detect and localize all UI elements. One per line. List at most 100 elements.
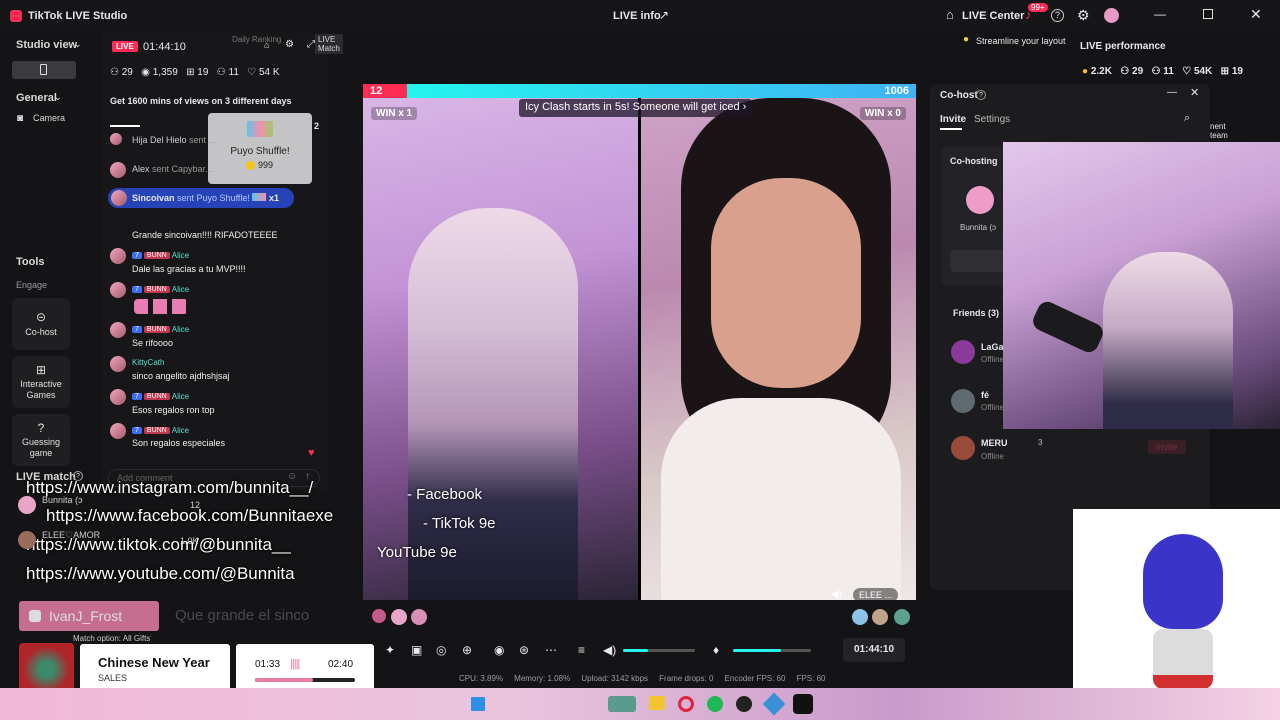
spotify-icon[interactable] xyxy=(707,696,723,712)
tab-settings[interactable]: Settings xyxy=(974,114,1010,125)
guessing-game-tool[interactable]: ? Guessing game xyxy=(12,414,70,466)
question-icon: ? xyxy=(37,420,45,435)
chat-message: Se rifoooo xyxy=(132,338,174,348)
daily-ranking-tag[interactable]: Daily Ranking xyxy=(232,35,281,44)
chat-avatar xyxy=(110,389,126,405)
friend-status: Offline xyxy=(981,355,1004,364)
lock-icon[interactable]: ⌂ xyxy=(264,41,269,50)
overlay-comment: Que grande el sinco xyxy=(175,607,310,624)
general-label[interactable]: General xyxy=(16,92,57,104)
chat-message-header: 7 BUNN Alice xyxy=(132,250,189,260)
studio-view-label: Studio view xyxy=(16,39,78,51)
mic-slider[interactable] xyxy=(733,649,811,652)
chat-message-header: 7 BUNN Alice xyxy=(132,425,189,435)
expand-icon[interactable]: ⤢ xyxy=(307,40,315,50)
chat-user: KittyCath xyxy=(132,358,165,367)
streamline-layout-link[interactable]: Streamline your layout xyxy=(976,36,1066,46)
battle-banner[interactable]: Icy Clash starts in 5s! Someone will get… xyxy=(519,99,753,117)
settings-icon[interactable]: ⚙ xyxy=(1077,8,1090,22)
score-bar: 12 1006 xyxy=(363,84,916,98)
fan-badge: BUNN xyxy=(143,252,170,260)
interactive-games-tool[interactable]: ⊞ Interactive Games xyxy=(12,356,70,408)
chat-message: sinco angelito ajdhshjsaj xyxy=(132,371,230,381)
performance-stats: ● 2.2K ⚇ 29 ⚇ 11 ♡ 54K ⊞ 19 xyxy=(1082,66,1243,77)
team-tag[interactable]: nent team xyxy=(1210,122,1228,140)
help-icon[interactable]: ? xyxy=(976,90,986,100)
home-icon[interactable]: ⌂ xyxy=(946,8,954,21)
guest-avatar[interactable] xyxy=(894,609,910,625)
folder-icon[interactable] xyxy=(649,696,665,710)
camera-source[interactable]: Camera xyxy=(33,113,65,123)
more-icon[interactable]: ⋯ xyxy=(545,644,557,656)
ai-icon[interactable]: ◎ xyxy=(436,644,446,656)
volume-slider[interactable] xyxy=(623,649,695,652)
battle-banner-text: Icy Clash starts in 5s! Someone will get… xyxy=(525,101,740,113)
win-counter-left: WIN x 1 xyxy=(371,107,418,120)
live-performance-panel[interactable]: LIVE performance ● 2.2K ⚇ 29 ⚇ 11 ♡ 54K … xyxy=(1070,32,1280,82)
search-icon[interactable]: ⌕ xyxy=(1184,113,1190,124)
help-icon[interactable]: ? xyxy=(1051,9,1064,22)
opponent-face xyxy=(711,178,861,388)
cohost-tool[interactable]: ⊝ Co-host xyxy=(12,298,70,350)
live-center-button[interactable]: LIVE Center xyxy=(962,10,1024,22)
match-option[interactable]: Match option: All Gifts xyxy=(73,634,150,643)
guest-avatar[interactable] xyxy=(372,609,386,623)
like-icon: ♡ xyxy=(1182,66,1192,77)
gifts-count: 19 xyxy=(197,67,209,78)
volume-icon[interactable]: ◀) xyxy=(603,644,616,656)
guest-avatar[interactable] xyxy=(872,609,888,625)
share-icon[interactable]: ↗ xyxy=(659,9,669,21)
cohost-action-button[interactable] xyxy=(950,250,1010,272)
guest-avatar[interactable] xyxy=(391,609,407,625)
chat-user: Alice xyxy=(171,251,190,260)
app-icon[interactable] xyxy=(762,692,786,716)
close-icon[interactable]: ✕ xyxy=(1250,7,1262,21)
tiktok-app-icon[interactable] xyxy=(793,694,813,714)
tab-invite[interactable]: Invite xyxy=(940,114,966,125)
taskbar xyxy=(0,688,1280,720)
opera-icon[interactable] xyxy=(678,696,694,712)
goal-banner[interactable]: Get 1600 mins of views on 3 different da… xyxy=(110,96,310,107)
chevron-down-icon[interactable]: ⌄ xyxy=(54,93,62,102)
portrait-view-toggle[interactable] xyxy=(12,61,76,79)
add-source-icon[interactable]: ⊕ xyxy=(462,644,472,656)
username-tag: IvanJ_Frost xyxy=(19,601,159,631)
close-icon[interactable]: ✕ xyxy=(1190,88,1199,99)
fan-badge: BUNN xyxy=(143,326,170,334)
live-video-preview[interactable]: 12 1006 WIN x 1 WIN x 0 ◀) ELEE ... Icy … xyxy=(363,84,916,600)
username-text: IvanJ_Frost xyxy=(49,608,123,624)
avatar[interactable] xyxy=(1104,8,1119,23)
chevron-right-icon: › xyxy=(742,101,747,113)
obs-icon[interactable] xyxy=(736,696,752,712)
invite-button[interactable]: Invite xyxy=(1148,440,1186,454)
record-icon[interactable]: ◉ xyxy=(494,644,504,656)
gift-image-icon xyxy=(247,121,273,137)
camera-preview-window[interactable] xyxy=(1003,142,1280,429)
magic-wand-icon[interactable]: ✦ xyxy=(385,644,395,656)
microphone-icon[interactable]: ♦ xyxy=(713,644,719,656)
gift-message-highlight: Sincoivan sent Puyo Shuffle! x1 xyxy=(108,188,294,208)
layout-icon[interactable]: ▣ xyxy=(411,644,422,656)
tool-label: Interactive Games xyxy=(20,378,62,400)
opponent-body xyxy=(661,398,901,600)
link-icon: ⊝ xyxy=(35,309,47,324)
gift-icon xyxy=(252,193,267,201)
chevron-down-icon[interactable]: ⌄ xyxy=(74,40,82,49)
followers-count: 11 xyxy=(1163,66,1174,77)
chat-text: sent ... xyxy=(189,135,217,145)
start-icon[interactable] xyxy=(471,697,485,711)
mixer-icon[interactable]: ≡ xyxy=(578,644,585,656)
minimize-icon[interactable]: — xyxy=(1167,88,1177,98)
gear-icon[interactable]: ⚙ xyxy=(285,40,294,50)
restore-icon[interactable] xyxy=(1203,9,1213,19)
minimize-icon[interactable]: — xyxy=(1154,8,1166,20)
camera-switch-icon[interactable]: ⊛ xyxy=(519,644,529,656)
app-icon[interactable] xyxy=(608,696,636,712)
win-counter-right: WIN x 0 xyxy=(859,107,906,120)
goal-count: 2 xyxy=(314,121,320,131)
guest-avatar[interactable] xyxy=(852,609,868,625)
guest-avatar[interactable] xyxy=(411,609,427,625)
live-info-button[interactable]: LIVE info xyxy=(613,10,661,22)
speaker-icon[interactable]: ◀) xyxy=(831,590,842,600)
live-match-tag[interactable]: LIVE Match xyxy=(315,34,343,54)
